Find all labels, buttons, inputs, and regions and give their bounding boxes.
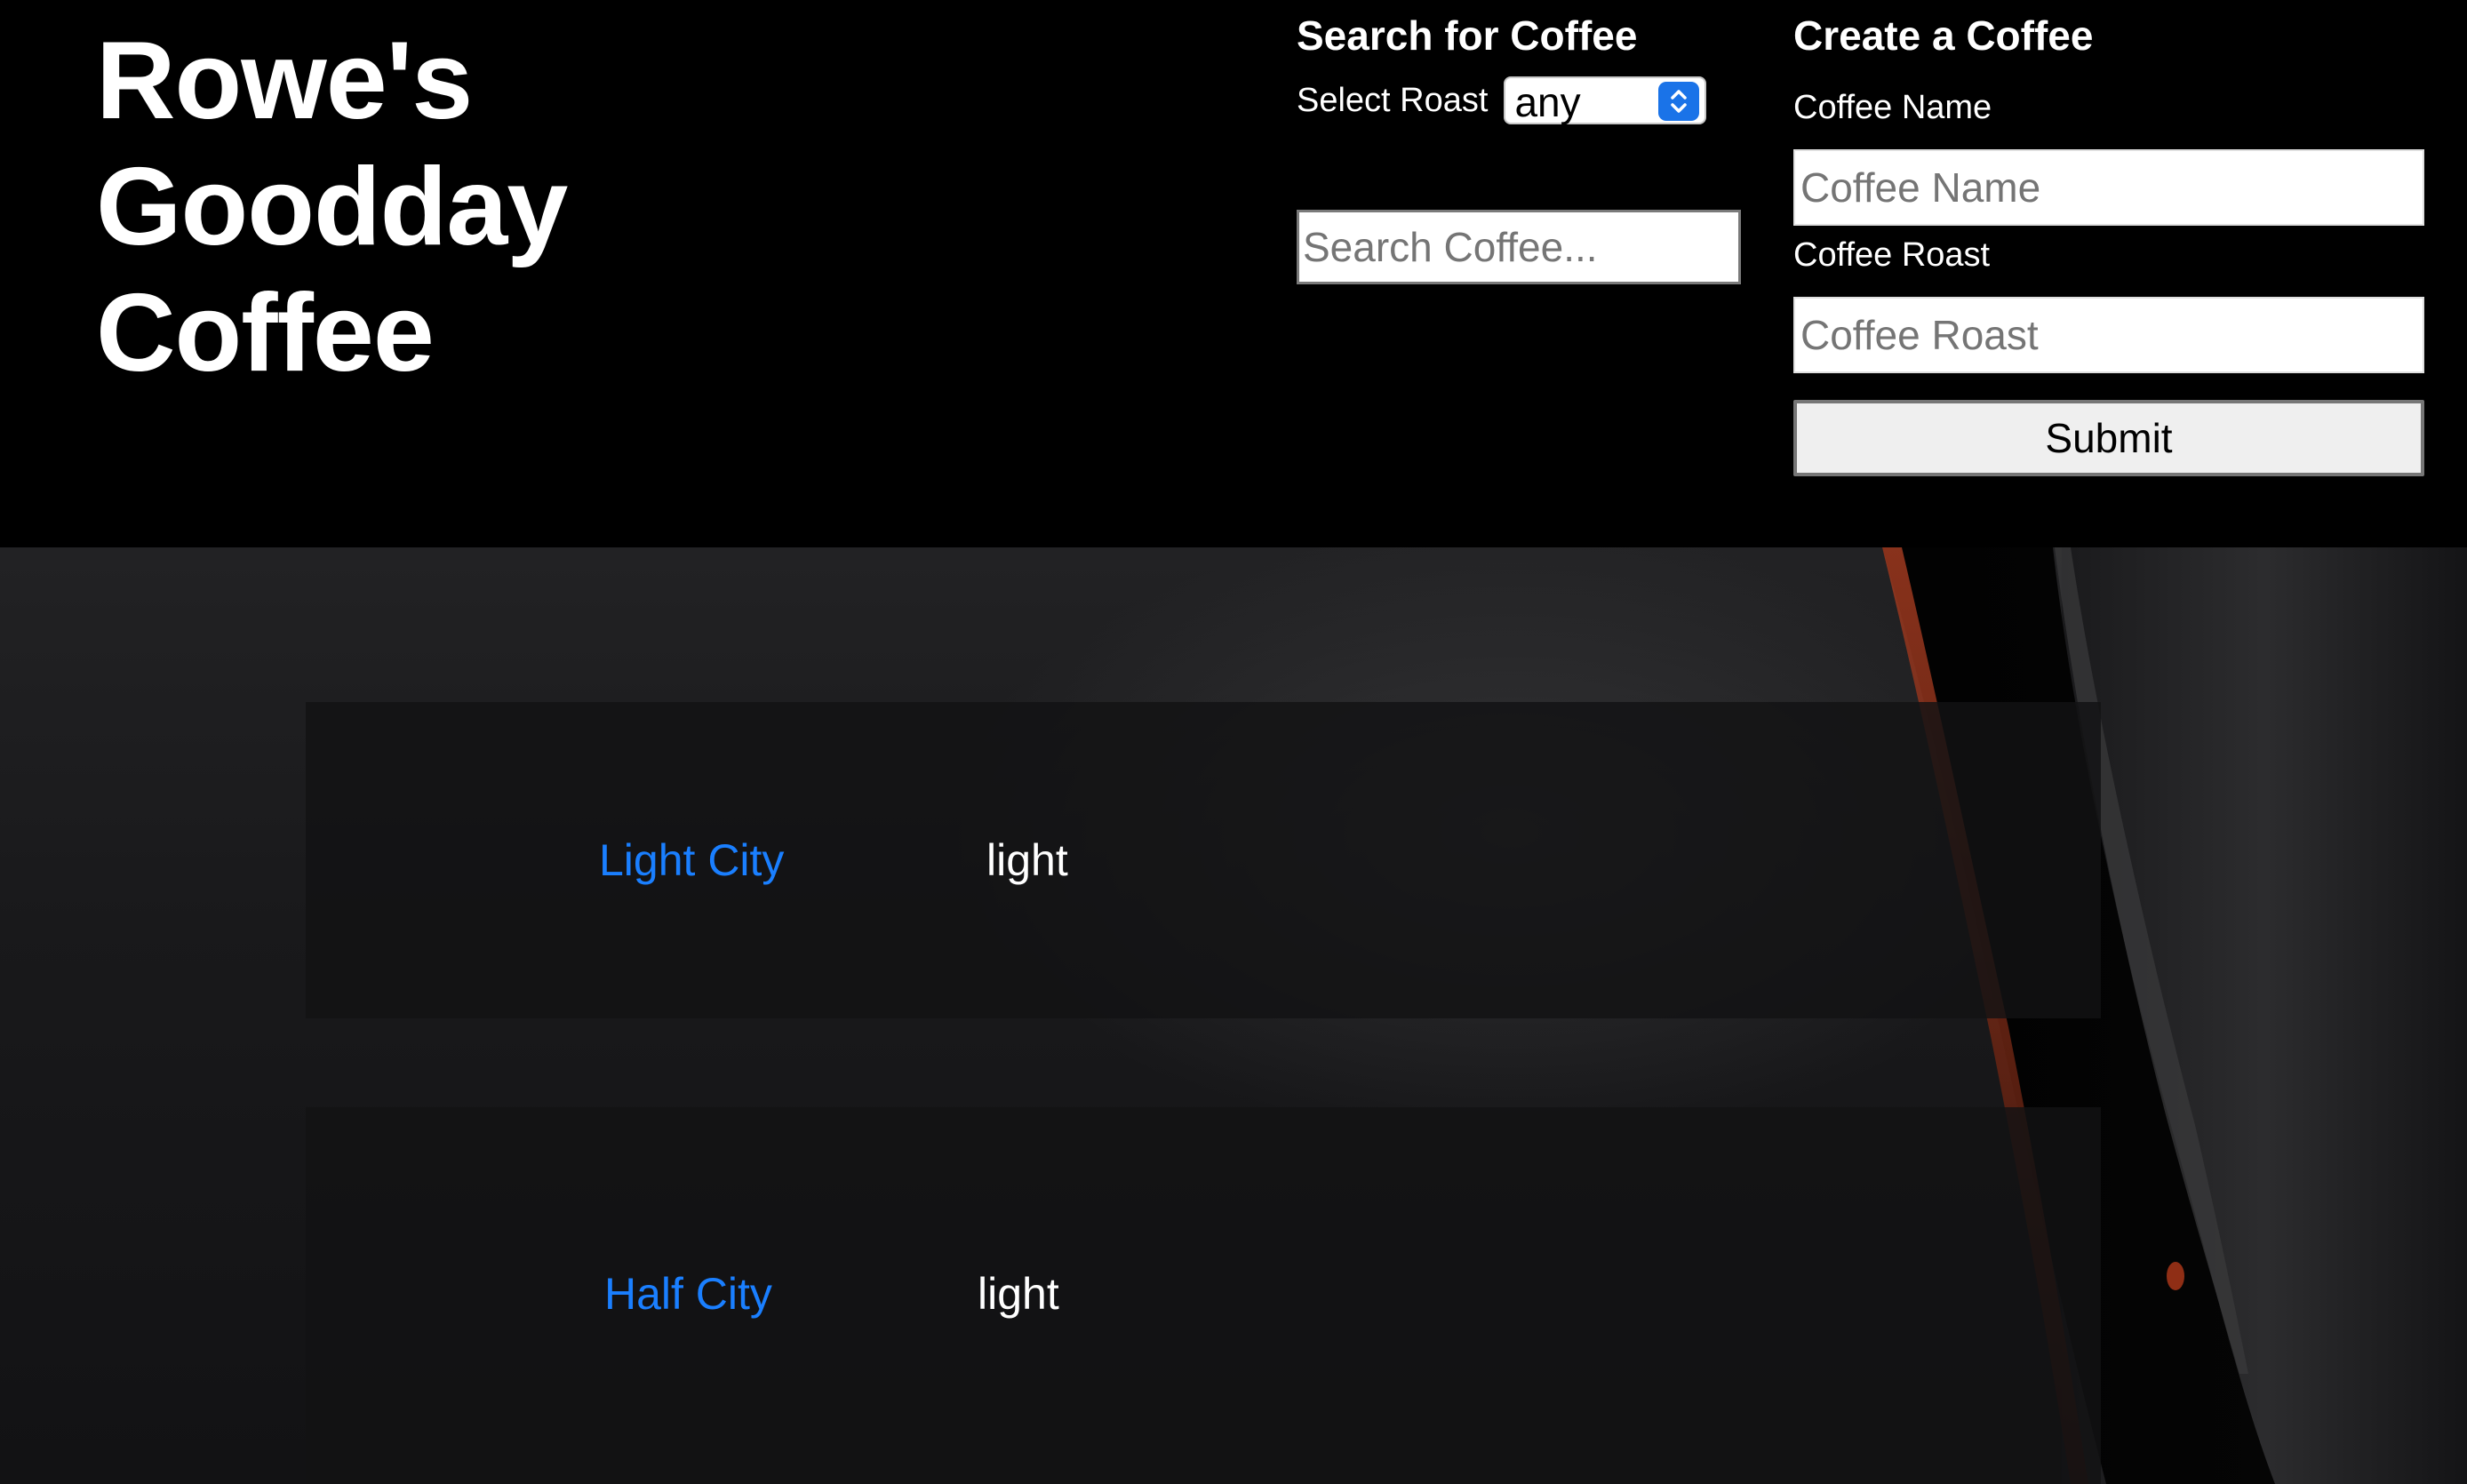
coffee-name-field[interactable] <box>1793 149 2424 226</box>
coffee-roast-label: Coffee Roast <box>1793 236 1991 274</box>
coffee-name-link[interactable]: Light City <box>599 834 784 887</box>
coffee-list-area: Light City light Half City light <box>0 547 2467 1484</box>
coffee-card: Light City light <box>306 702 2101 1018</box>
select-roast-label: Select Roast <box>1297 82 1489 119</box>
coffee-name-link[interactable]: Half City <box>604 1267 772 1320</box>
coffee-roast-text: light <box>978 1269 1059 1319</box>
coffee-roast-field[interactable] <box>1793 297 2424 373</box>
coffee-card: Half City light <box>306 1107 2101 1484</box>
coffee-roast-text: light <box>986 835 1068 885</box>
create-heading: Create a Coffee <box>1793 12 2094 59</box>
roast-select-value: any <box>1514 79 1581 125</box>
coffee-name-label: Coffee Name <box>1793 89 1992 126</box>
search-heading: Search for Coffee <box>1297 12 1638 59</box>
site-header: Rowe's Goodday Coffee Search for Coffee … <box>0 0 2467 547</box>
site-title: Rowe's Goodday Coffee <box>96 20 568 395</box>
roast-filter-row: Select Roast any <box>1297 76 1741 125</box>
submit-button[interactable]: Submit <box>1793 400 2424 476</box>
search-coffee-input[interactable] <box>1297 210 1741 284</box>
create-coffee-section: Create a Coffee Coffee Name Coffee Roast… <box>1793 11 2424 476</box>
chevron-up-down-icon <box>1658 82 1700 121</box>
search-section: Search for Coffee Select Roast any <box>1297 11 1741 284</box>
page: Rowe's Goodday Coffee Search for Coffee … <box>0 0 2467 1484</box>
roast-select[interactable]: any <box>1504 76 1707 125</box>
